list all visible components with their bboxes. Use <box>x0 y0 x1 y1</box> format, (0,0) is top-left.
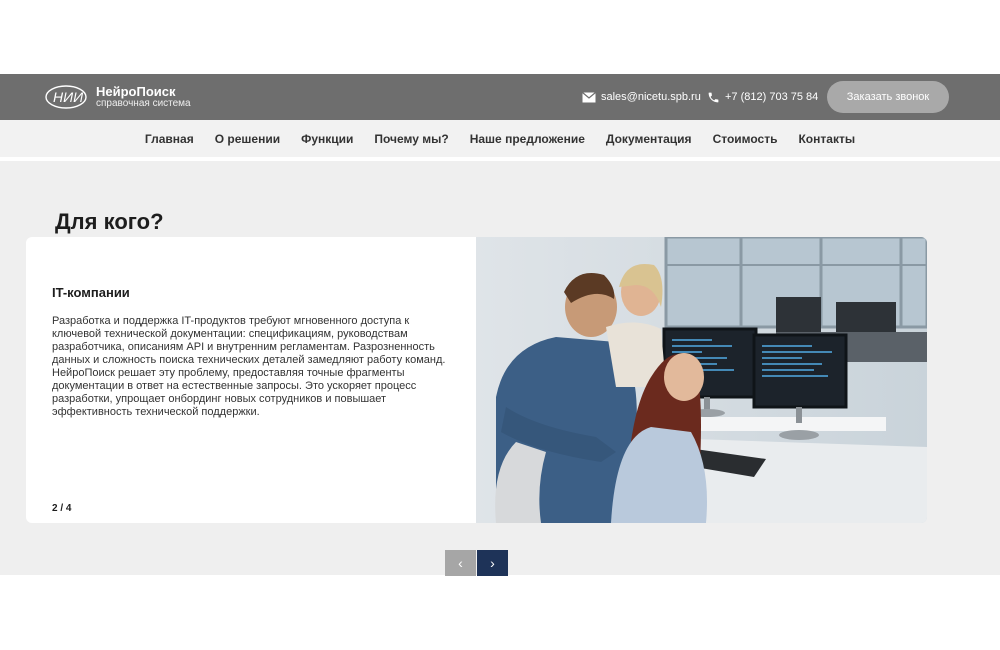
slide-description: Разработка и поддержка IT-продуктов треб… <box>52 315 446 418</box>
nav-item-home[interactable]: Главная <box>145 132 194 146</box>
logo-title: НейроПоиск <box>96 83 176 99</box>
nav-item-about[interactable]: О решении <box>215 132 280 146</box>
chevron-right-icon: › <box>490 555 495 571</box>
phone-icon <box>708 92 719 102</box>
slider-prev-button[interactable]: ‹ <box>445 550 476 576</box>
slide-text-panel: IT-компании Разработка и поддержка IT-пр… <box>26 237 476 523</box>
main-navigation: Главная О решении Функции Почему мы? Наш… <box>0 120 1000 157</box>
nav-item-documentation[interactable]: Документация <box>606 132 692 146</box>
phone-number[interactable]: +7 (812) 703 75 84 <box>725 91 818 103</box>
office-photo <box>476 237 927 523</box>
nav-item-offer[interactable]: Наше предложение <box>470 132 585 146</box>
email-link[interactable]: sales@nicetu.spb.ru <box>601 91 701 103</box>
phone-contact[interactable]: +7 (812) 703 75 84 <box>707 74 818 120</box>
envelope-icon <box>582 91 596 102</box>
nav-item-functions[interactable]: Функции <box>301 132 353 146</box>
logo-subtitle: справочная система <box>96 97 191 109</box>
nav-item-contacts[interactable]: Контакты <box>798 132 855 146</box>
audience-section: Для кого? IT-компании Разработка и подде… <box>0 161 1000 575</box>
chevron-left-icon: ‹ <box>458 555 463 571</box>
slider-next-button[interactable]: › <box>477 550 508 576</box>
section-title: Для кого? <box>55 209 164 234</box>
logo[interactable]: НИИ НейроПоиск справочная система <box>44 82 191 112</box>
top-header-bar: НИИ НейроПоиск справочная система sales@… <box>0 74 1000 120</box>
order-call-button[interactable]: Заказать звонок <box>827 81 949 113</box>
logo-text: НейроПоиск справочная система <box>96 85 191 109</box>
logo-mark-icon: НИИ <box>44 84 88 110</box>
slide-heading: IT-компании <box>52 285 130 300</box>
email-contact[interactable]: sales@nicetu.spb.ru <box>582 74 701 120</box>
audience-slide-card: IT-компании Разработка и поддержка IT-пр… <box>26 237 927 523</box>
nav-item-why-us[interactable]: Почему мы? <box>374 132 448 146</box>
slide-counter: 2 / 4 <box>52 503 72 514</box>
svg-text:НИИ: НИИ <box>53 89 84 105</box>
nav-item-pricing[interactable]: Стоимость <box>713 132 778 146</box>
